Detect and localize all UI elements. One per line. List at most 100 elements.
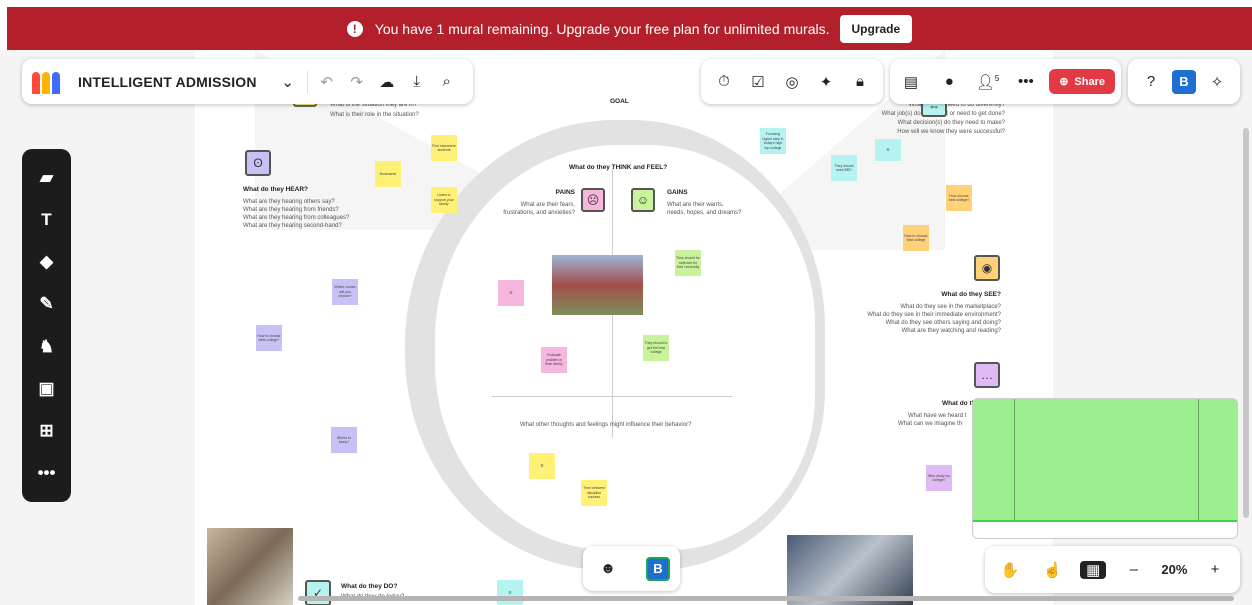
see-line: What do they see in the marketplace? — [900, 304, 1001, 310]
vertical-scrollbar[interactable] — [1243, 128, 1249, 518]
sticky-note[interactable]: Evaluate problem in their family — [541, 347, 567, 373]
see-title: What do they SEE? — [941, 291, 1001, 298]
mural-title[interactable]: INTELLIGENT ADMISSION — [78, 74, 257, 90]
help-icon[interactable]: ? — [1136, 73, 1166, 90]
campus-photo[interactable] — [552, 255, 643, 315]
sticky-note[interactable]: Time between discipline courses — [581, 480, 607, 506]
comment-icon[interactable]: ● — [934, 73, 964, 90]
frown-icon[interactable]: ☹ — [581, 188, 605, 212]
students-photo[interactable] — [207, 528, 293, 605]
private-mode-icon[interactable]: ◎ — [777, 73, 807, 91]
sticky-note[interactable]: Focusing higher step in today's high top… — [760, 128, 786, 154]
text-icon[interactable]: T — [41, 210, 51, 230]
sticky-note[interactable]: Which course will you choose? — [332, 279, 358, 305]
facilitation-toolbar: ⏱ ☑ ◎ ✦ 🔒︎ — [701, 59, 883, 104]
image-icon[interactable]: ▣ — [38, 379, 54, 399]
hear-line: What are they hearing from friends? — [243, 207, 339, 213]
redo-icon[interactable]: ↷ — [342, 73, 372, 91]
ear-icon[interactable]: ʘ — [245, 150, 271, 176]
minimap-divider — [1198, 399, 1199, 538]
smile-icon[interactable]: ☺ — [631, 188, 655, 212]
participants-icon[interactable]: 👤︎5 — [973, 73, 1003, 91]
more-icon[interactable]: ••• — [1011, 73, 1041, 90]
sticky-note[interactable]: They should be selected for their univer… — [675, 250, 701, 276]
select-icon[interactable]: ☝ — [1038, 561, 1068, 579]
sticky-note-icon[interactable]: ▰ — [40, 168, 53, 188]
emoji-icon[interactable]: ☻ — [593, 560, 623, 577]
empathy-map-board[interactable]: ✓ What is the situation they are in? Wha… — [195, 50, 1053, 605]
sticky-note[interactable]: How to choose best college — [903, 225, 929, 251]
outline-icon[interactable]: ▤ — [896, 73, 926, 91]
cloud-saved-icon[interactable]: ☁ — [372, 73, 402, 91]
sticky-note[interactable]: They should to get the best college — [643, 335, 669, 361]
zoom-controls: ✋ ☝ ▦ – 20% + — [985, 546, 1240, 593]
download-icon[interactable]: ⤓ — [402, 73, 432, 90]
shapes-icon[interactable]: ◆ — [40, 252, 53, 272]
share-label: Share — [1074, 75, 1105, 88]
horizontal-scrollbar[interactable] — [298, 596, 1234, 601]
account-toolbar: ? B ✧ — [1128, 59, 1240, 104]
upgrade-button[interactable]: Upgrade — [839, 14, 913, 43]
grid-icon[interactable]: ⊞ — [39, 421, 53, 441]
divider-horizontal — [492, 396, 732, 397]
zoom-out-button[interactable]: – — [1119, 561, 1149, 578]
zoom-level: 20% — [1161, 562, 1188, 577]
see-line: What are they watching and reading? — [901, 328, 1001, 334]
laser-pointer-icon[interactable]: ✦ — [811, 73, 841, 91]
add-person-icon: ⊕ — [1059, 76, 1069, 88]
influence-question: What other thoughts and feelings might i… — [520, 422, 692, 428]
participants-count: 5 — [994, 73, 1000, 83]
minimap-viewport[interactable] — [973, 520, 1237, 538]
sticky-note[interactable]: How to choose best college? — [256, 325, 282, 351]
do-title: What do they DO? — [341, 583, 398, 590]
think-feel-title: What do they THINK and FEEL? — [569, 164, 668, 171]
avatar[interactable]: B — [646, 556, 670, 581]
ai-sparkle-icon[interactable]: ✧ — [1202, 73, 1232, 91]
left-tools-toolbar: ▰ T ◆ ✎ ♞ ▣ ⊞ ••• — [22, 149, 71, 502]
hear-line: What are they hearing from colleagues? — [243, 215, 350, 221]
check-circle-icon[interactable]: ✓ — [305, 580, 331, 605]
collaboration-toolbar: ▤ ● 👤︎5 ••• ⊕ Share — [890, 59, 1121, 104]
zoom-in-button[interactable]: + — [1200, 561, 1230, 578]
eye-icon[interactable]: ◉ — [974, 255, 1000, 281]
hand-icon[interactable]: ✋ — [995, 561, 1025, 579]
list-icon-sticky[interactable]: ☰ — [498, 280, 524, 306]
voting-icon[interactable]: ☑ — [743, 73, 773, 91]
search-icon[interactable]: ⌕ — [432, 73, 462, 90]
share-button[interactable]: ⊕ Share — [1049, 69, 1115, 94]
list-icon-sticky[interactable]: ☰ — [875, 139, 901, 161]
sticky-note[interactable]: Find elsewhere students — [431, 135, 457, 161]
more-icon[interactable]: ••• — [38, 463, 56, 483]
undo-icon[interactable]: ↶ — [312, 73, 342, 91]
sticky-note[interactable]: How choose best college? — [946, 185, 972, 211]
timer-icon[interactable]: ⏱ — [709, 73, 739, 90]
pains-desc: frustrations, and anxieties? — [503, 210, 575, 216]
sticky-note[interactable]: They should seek BRC — [831, 155, 857, 181]
list-icon-sticky[interactable]: ☰ — [529, 453, 555, 479]
topright-line: What decision(s) do they need to make? — [897, 120, 1005, 126]
chevron-down-icon[interactable]: ⌄ — [273, 73, 303, 91]
student-laptop-photo[interactable] — [787, 535, 913, 605]
sticky-note[interactable]: Listen to support your family — [431, 187, 457, 213]
lock-icon[interactable]: 🔒︎ — [845, 73, 875, 90]
sticky-note[interactable]: Who study my college? — [926, 465, 952, 491]
avatar[interactable]: B — [1172, 69, 1196, 94]
sticky-note[interactable]: Bookname — [375, 161, 401, 187]
hear-title: What do they HEAR? — [243, 186, 308, 193]
pains-desc: What are their fears, — [520, 202, 575, 208]
say-do-title: What do th — [942, 400, 976, 407]
list-icon-sticky[interactable]: ☰ — [497, 580, 523, 605]
sticky-note[interactable]: Where to study? — [331, 427, 357, 453]
templates-llama-icon[interactable]: ♞ — [39, 337, 54, 357]
speech-bubble-icon[interactable]: … — [974, 362, 1000, 388]
hear-line: What are they hearing second-hand? — [243, 223, 342, 229]
divider — [306, 70, 308, 93]
alert-icon: ! — [346, 20, 363, 37]
pen-icon[interactable]: ✎ — [39, 294, 53, 314]
minimap-toggle-icon[interactable]: ▦ — [1080, 560, 1107, 579]
minimap[interactable] — [972, 398, 1238, 539]
say-do-line: What can we imagine th — [898, 421, 963, 427]
goal-label: GOAL — [610, 98, 629, 105]
mural-logo-icon[interactable] — [32, 70, 64, 94]
minimap-divider — [1014, 399, 1015, 538]
